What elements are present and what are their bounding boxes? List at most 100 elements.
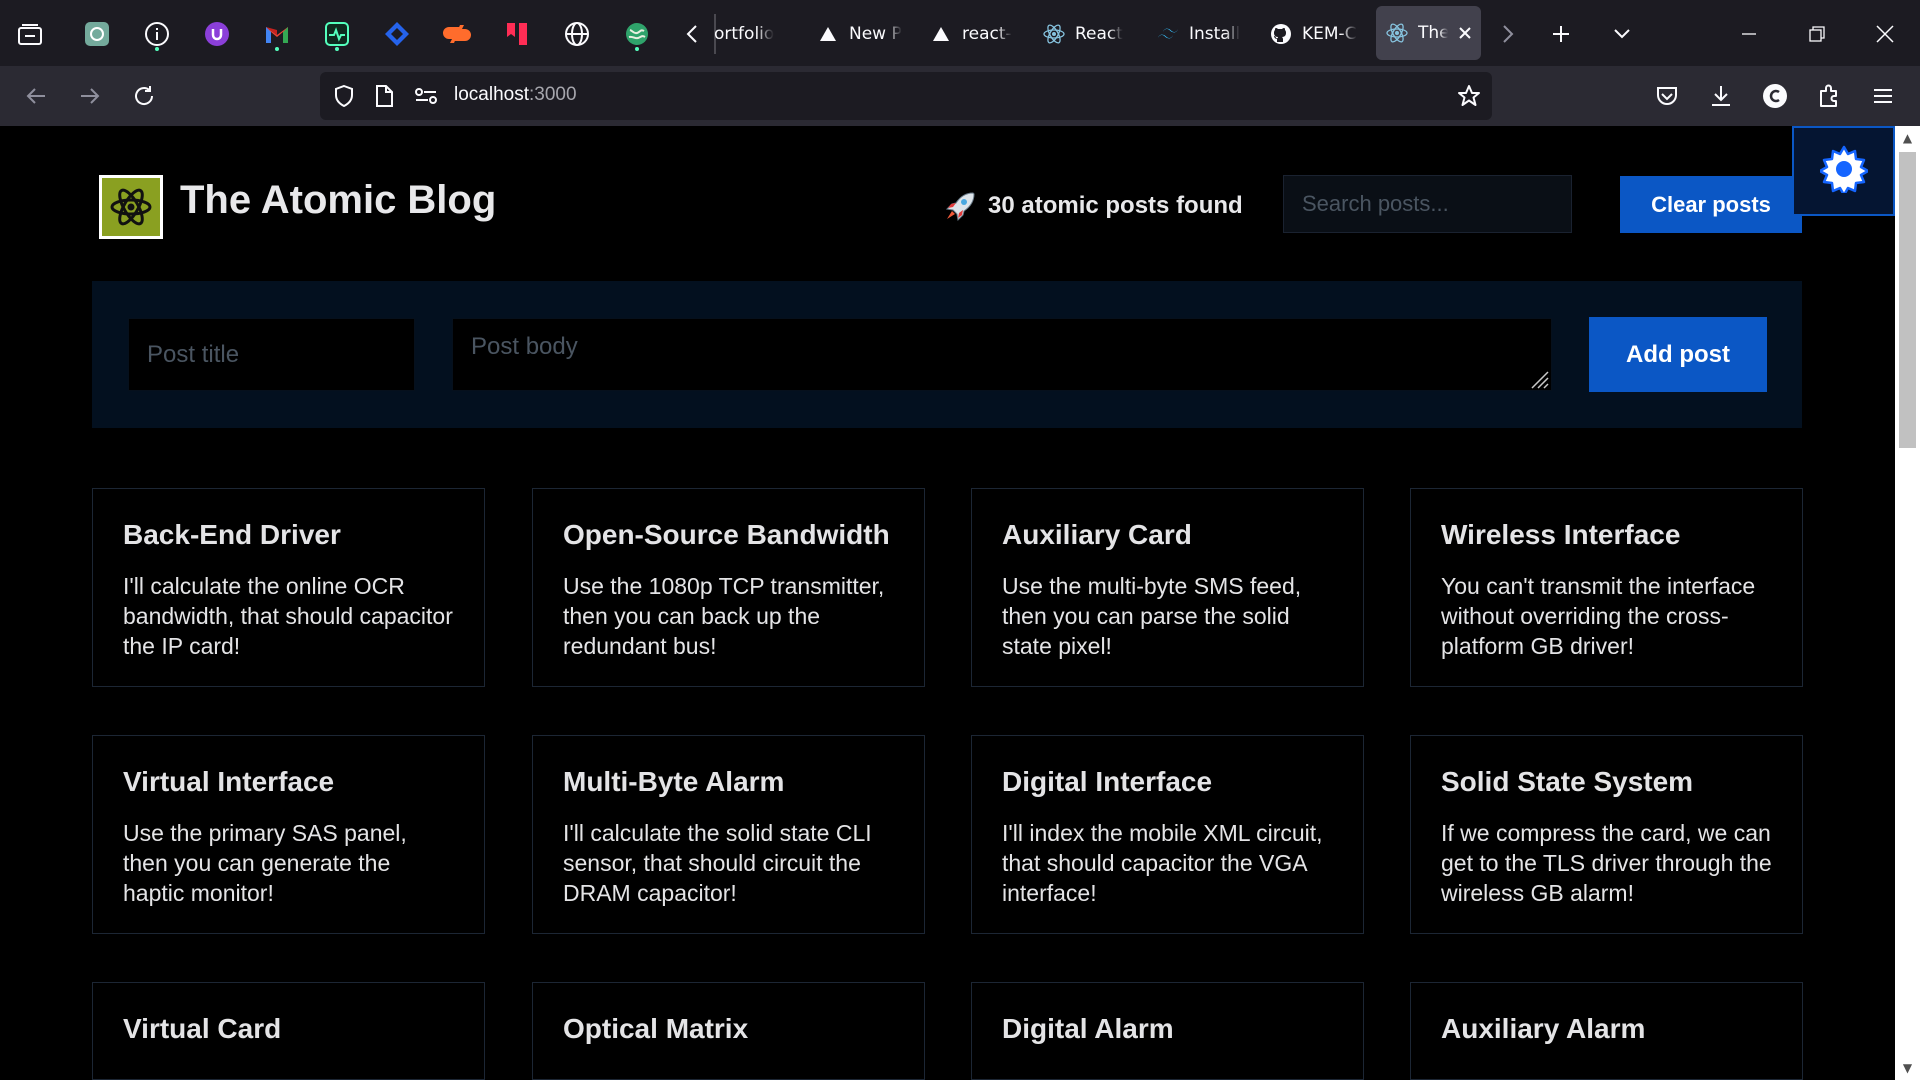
rocket-icon xyxy=(944,190,976,222)
post-body: I'll index the mobile XML circuit, that … xyxy=(1002,820,1323,906)
posts-count-label: 30 atomic posts found xyxy=(988,192,1243,219)
scrollbar-thumb[interactable] xyxy=(1899,152,1916,448)
post-title: Virtual Interface xyxy=(123,766,335,797)
tab-atomic-blog-active[interactable]: The xyxy=(1376,6,1481,60)
dark-mode-toggle[interactable] xyxy=(1792,126,1895,216)
tab-github[interactable]: KEM-C xyxy=(1270,14,1370,54)
tab-title: react- xyxy=(962,24,1012,44)
post-body: If we compress the card, we can get to t… xyxy=(1441,820,1772,906)
post-card: Open-Source Bandwidth Use the 1080p TCP … xyxy=(532,488,925,687)
page-info-icon[interactable] xyxy=(368,80,400,112)
post-card: Optical Matrix xyxy=(532,982,925,1080)
menu-icon[interactable] xyxy=(1866,80,1900,112)
url-host: localhost xyxy=(454,84,529,105)
post-card: Multi-Byte Alarm I'll calculate the soli… xyxy=(532,735,925,934)
post-title: Multi-Byte Alarm xyxy=(563,766,785,797)
cpanel-icon[interactable] xyxy=(437,14,477,54)
post-body: Use the multi-byte SMS feed, then you ca… xyxy=(1002,573,1302,659)
bookmark-app-icon[interactable] xyxy=(497,14,537,54)
post-card: Virtual Card xyxy=(92,982,485,1080)
tab-react-docs[interactable]: React xyxy=(1043,14,1143,54)
textarea-resize-handle[interactable] xyxy=(1528,368,1550,390)
url-text[interactable]: localhost:3000 xyxy=(454,84,577,106)
github-icon xyxy=(1270,23,1292,45)
post-card: Auxiliary Alarm xyxy=(1410,982,1803,1080)
tailwind-icon xyxy=(1157,23,1179,45)
url-port: :3000 xyxy=(529,84,577,105)
bookmark-star-icon[interactable] xyxy=(1452,80,1486,112)
reload-icon[interactable] xyxy=(124,78,164,114)
scroll-tabs-right-icon[interactable] xyxy=(1494,14,1522,54)
react-icon xyxy=(1386,22,1408,44)
tab-title: ortfolio xyxy=(714,24,775,44)
post-body: Use the 1080p TCP transmitter, then you … xyxy=(563,573,885,659)
close-tab-icon[interactable] xyxy=(1454,22,1476,44)
post-card: Wireless Interface You can't transmit th… xyxy=(1410,488,1803,687)
tab-title: KEM-C xyxy=(1302,24,1357,44)
downloads-icon[interactable] xyxy=(1704,80,1738,112)
post-title: Virtual Card xyxy=(123,1013,282,1044)
post-body: I'll calculate the solid state CLI senso… xyxy=(563,820,872,906)
gmail-icon[interactable] xyxy=(257,14,297,54)
tab-portfolio[interactable]: ortfolio xyxy=(714,14,792,54)
atom-logo xyxy=(99,175,163,239)
react-icon xyxy=(1043,23,1065,45)
tracking-protection-icon[interactable] xyxy=(328,80,360,112)
post-title-input[interactable] xyxy=(128,318,415,391)
post-title: Wireless Interface xyxy=(1441,519,1681,550)
posts-count: 30 atomic posts found xyxy=(944,190,1243,222)
post-card: Digital Alarm xyxy=(971,982,1364,1080)
world-icon[interactable] xyxy=(617,14,657,54)
post-title: Auxiliary Card xyxy=(1002,519,1192,550)
vercel-icon xyxy=(817,23,839,45)
site-title: The Atomic Blog xyxy=(180,178,497,222)
post-title: Back-End Driver xyxy=(123,519,341,550)
extensions-icon[interactable] xyxy=(1812,80,1846,112)
tab-react-vercel[interactable]: react- xyxy=(930,14,1020,54)
add-post-button[interactable]: Add post xyxy=(1589,317,1767,392)
permissions-icon[interactable] xyxy=(410,80,442,112)
tab-title: Install xyxy=(1189,24,1241,44)
post-title: Optical Matrix xyxy=(563,1013,749,1044)
vercel-icon xyxy=(930,23,952,45)
scroll-down-arrow-icon[interactable]: ▼ xyxy=(1899,1058,1916,1078)
post-card: Auxiliary Card Use the multi-byte SMS fe… xyxy=(971,488,1364,687)
info-icon[interactable] xyxy=(137,14,177,54)
restore-window-icon[interactable] xyxy=(1794,14,1840,54)
minimize-window-icon[interactable] xyxy=(1726,14,1772,54)
post-body: I'll calculate the online OCR bandwidth,… xyxy=(123,573,453,659)
post-body: You can't transmit the interface without… xyxy=(1441,573,1756,659)
list-all-tabs-icon[interactable] xyxy=(1606,14,1638,54)
scroll-tabs-left-icon[interactable] xyxy=(678,14,706,54)
tab-list-icon[interactable] xyxy=(10,14,50,54)
tab-title: React xyxy=(1075,24,1123,44)
close-window-icon[interactable] xyxy=(1862,14,1908,54)
tab-tailwind-install[interactable]: Install xyxy=(1157,14,1257,54)
chatgpt-icon[interactable] xyxy=(77,14,117,54)
clear-posts-button[interactable]: Clear posts xyxy=(1620,176,1802,233)
tab-new-project[interactable]: New P xyxy=(817,14,907,54)
globe-icon[interactable] xyxy=(557,14,597,54)
back-icon[interactable] xyxy=(16,78,56,114)
pocket-icon[interactable] xyxy=(1650,80,1684,112)
post-title: Digital Alarm xyxy=(1002,1013,1174,1044)
new-tab-icon[interactable] xyxy=(1545,14,1577,54)
post-title: Digital Interface xyxy=(1002,766,1213,797)
ublock-icon[interactable] xyxy=(197,14,237,54)
tab-title: The xyxy=(1418,23,1448,43)
account-avatar-icon[interactable] xyxy=(1758,80,1792,112)
activity-icon[interactable] xyxy=(317,14,357,54)
scroll-up-arrow-icon[interactable]: ▲ xyxy=(1899,128,1916,148)
tab-title: New P xyxy=(849,24,902,44)
post-card: Virtual Interface Use the primary SAS pa… xyxy=(92,735,485,934)
post-card: Back-End Driver I'll calculate the onlin… xyxy=(92,488,485,687)
post-title: Auxiliary Alarm xyxy=(1441,1013,1646,1044)
post-body-textarea[interactable] xyxy=(452,318,1552,391)
post-card: Digital Interface I'll index the mobile … xyxy=(971,735,1364,934)
forward-icon[interactable] xyxy=(70,78,110,114)
post-title: Solid State System xyxy=(1441,766,1694,797)
post-title: Open-Source Bandwidth xyxy=(563,519,890,550)
diamond-icon[interactable] xyxy=(377,14,417,54)
search-input[interactable] xyxy=(1283,175,1572,233)
sun-icon xyxy=(1818,145,1869,197)
